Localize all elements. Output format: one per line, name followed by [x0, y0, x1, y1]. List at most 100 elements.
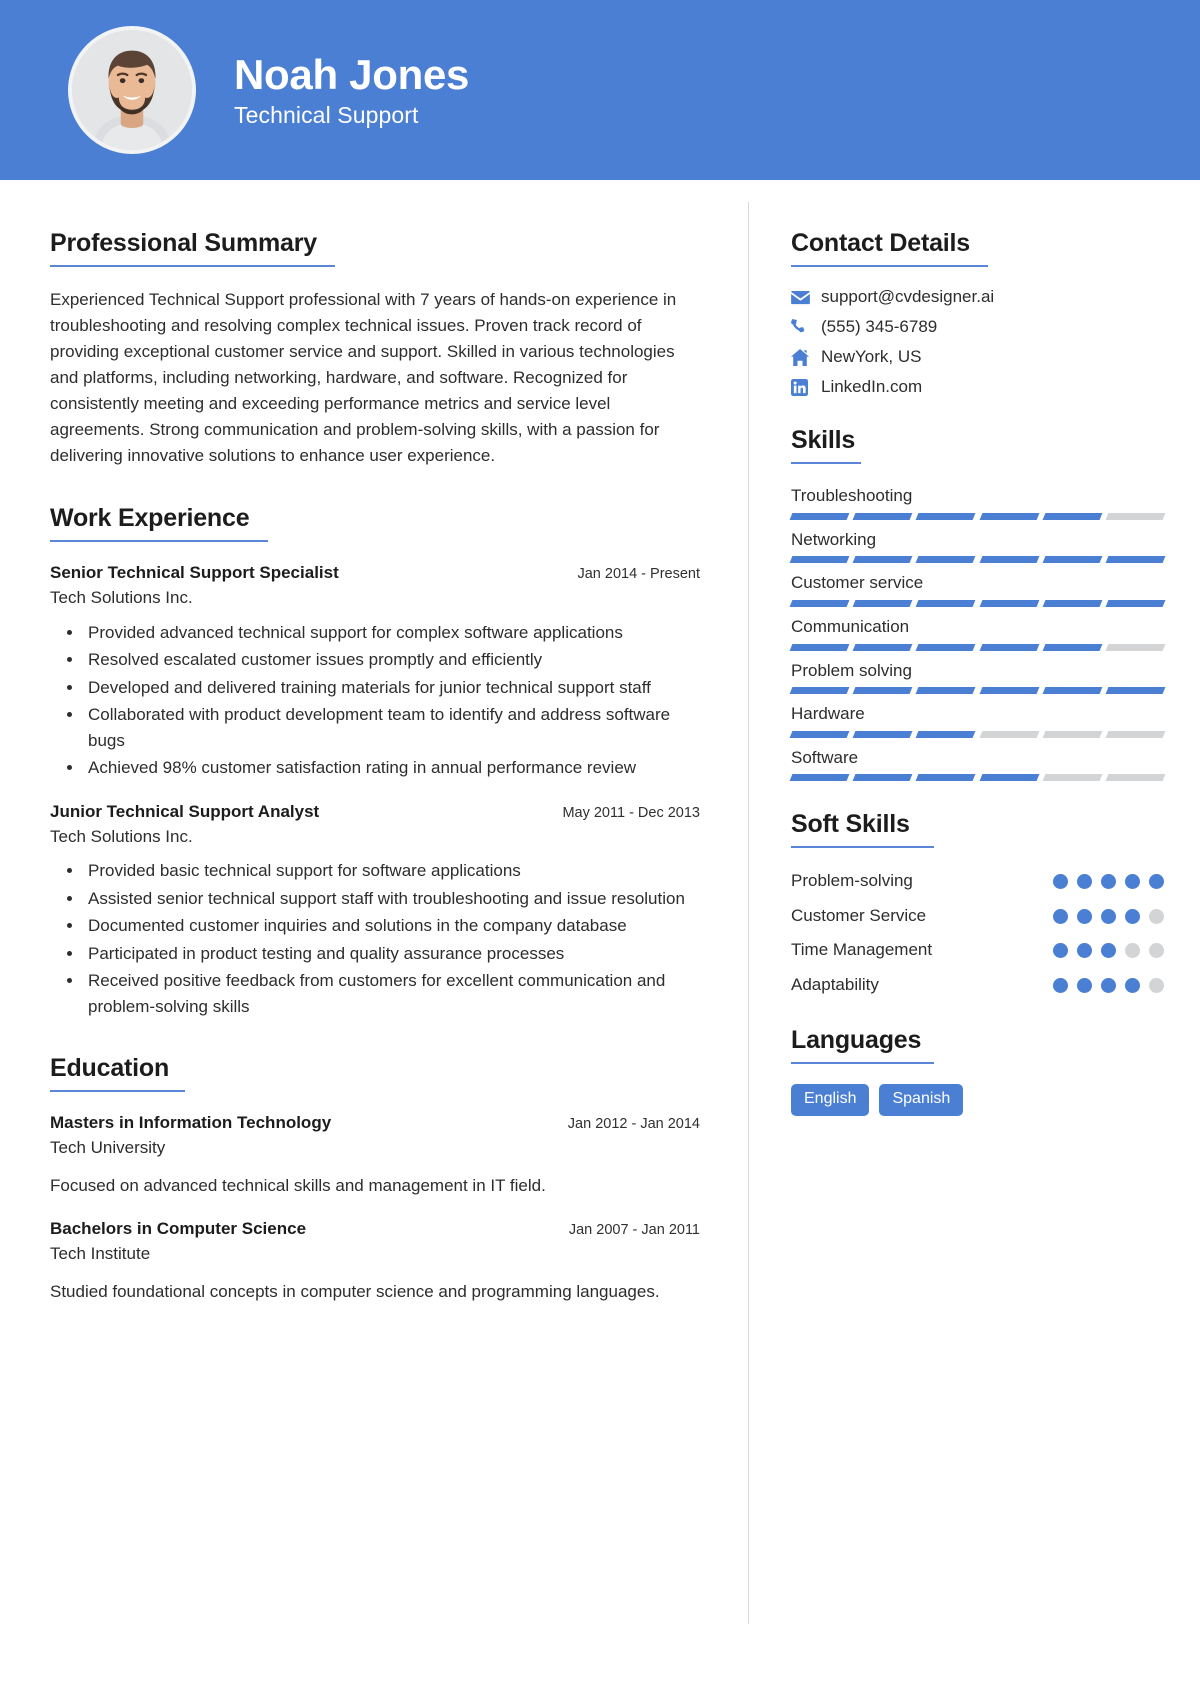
- rating-dot: [1149, 874, 1164, 890]
- rating-dot: [1125, 908, 1140, 924]
- section-rule: [791, 846, 934, 849]
- section-languages: Languages English Spanish: [791, 1025, 1164, 1116]
- skill-bar: [789, 512, 1166, 520]
- skill-segment: [915, 730, 976, 738]
- home-icon: [791, 348, 821, 366]
- skill-segment: [915, 556, 976, 564]
- skill-segment: [915, 643, 976, 651]
- rating-dot: [1101, 874, 1116, 890]
- soft-skill-label: Adaptability: [791, 974, 879, 994]
- section-professional-summary: Professional Summary Experienced Technic…: [50, 228, 700, 469]
- list-item: Achieved 98% customer satisfaction ratin…: [84, 755, 700, 781]
- education-date: Jan 2012 - Jan 2014: [567, 1116, 700, 1133]
- section-title-work: Work Experience: [50, 504, 250, 532]
- skill-item: Problem solving: [789, 659, 1166, 695]
- education-date: Jan 2007 - Jan 2011: [568, 1222, 700, 1239]
- list-item: Participated in product testing and qual…: [84, 941, 700, 967]
- skill-item: Networking: [789, 528, 1166, 564]
- rating-dot: [1101, 977, 1116, 993]
- skill-item: Software: [789, 746, 1166, 782]
- section-contact-details: Contact Details support@cvdesigner.ai (5…: [791, 228, 1164, 397]
- rating-dot: [1149, 908, 1164, 924]
- skill-segment: [1105, 556, 1166, 564]
- soft-skill-rating: [1053, 972, 1164, 993]
- section-title-languages: Languages: [791, 1026, 922, 1055]
- contact-item-location[interactable]: NewYork, US: [791, 347, 1164, 367]
- skill-item: Communication: [789, 615, 1166, 651]
- rating-dot: [1077, 908, 1092, 924]
- skill-label: Software: [791, 747, 859, 767]
- work-entry: Senior Technical Support Specialist Jan …: [50, 562, 700, 781]
- skill-label: Communication: [791, 616, 910, 636]
- section-work-experience: Work Experience Senior Technical Support…: [50, 503, 700, 1019]
- skill-segment: [852, 556, 913, 564]
- languages-list: English Spanish: [791, 1084, 1164, 1116]
- contact-value-email: support@cvdesigner.ai: [821, 287, 995, 306]
- rating-dot: [1053, 908, 1068, 924]
- section-rule: [50, 265, 335, 267]
- contact-item-email[interactable]: support@cvdesigner.ai: [791, 287, 1164, 307]
- skill-segment: [979, 730, 1040, 738]
- skill-segment: [915, 687, 976, 695]
- rating-dot: [1077, 943, 1092, 959]
- education-school: Tech University: [50, 1138, 166, 1158]
- job-title: Technical Support: [234, 102, 419, 129]
- rating-dot: [1149, 943, 1164, 959]
- rating-dot: [1101, 943, 1116, 959]
- skill-segment: [979, 556, 1040, 564]
- soft-skill-rating: [1053, 937, 1164, 959]
- phone-icon: [791, 318, 821, 336]
- rating-dot: [1149, 977, 1164, 993]
- contact-item-linkedin[interactable]: LinkedIn.com: [791, 377, 1164, 397]
- rating-dot: [1125, 874, 1140, 890]
- work-organization: Tech Solutions Inc.: [50, 587, 193, 607]
- soft-skill-label: Problem-solving: [791, 871, 913, 891]
- contact-list: support@cvdesigner.ai (555) 345-6789 New…: [791, 287, 1164, 397]
- soft-skill-item: Time Management: [791, 937, 1164, 963]
- envelope-icon: [791, 290, 821, 305]
- skill-segment: [789, 730, 850, 738]
- skill-bar: [789, 599, 1166, 607]
- list-item: Resolved escalated customer issues promp…: [84, 647, 700, 673]
- skill-segment: [1042, 774, 1103, 782]
- soft-skill-item: Customer Service: [791, 903, 1164, 929]
- skill-segment: [1105, 599, 1166, 607]
- sidebar-column: Contact Details support@cvdesigner.ai (5…: [749, 190, 1200, 1684]
- avatar: [68, 26, 196, 154]
- skill-segment: [1042, 599, 1103, 607]
- contact-item-phone[interactable]: (555) 345-6789: [791, 317, 1164, 337]
- rating-dot: [1053, 874, 1068, 890]
- skill-segment: [1105, 687, 1166, 695]
- skill-segment: [915, 599, 976, 607]
- education-entry-header: Masters in Information Technology Jan 20…: [50, 1112, 700, 1135]
- skill-segment: [789, 643, 850, 651]
- skill-segment: [979, 774, 1040, 782]
- section-rule: [791, 462, 861, 464]
- language-badge: English: [791, 1084, 870, 1116]
- list-item: Assisted senior technical support staff …: [84, 886, 700, 912]
- work-entry-header: Junior Technical Support Analyst May 201…: [50, 801, 700, 824]
- work-organization: Tech Solutions Inc.: [50, 826, 193, 846]
- soft-skill-rating: [1053, 868, 1164, 890]
- skill-item: Hardware: [789, 702, 1166, 738]
- list-item: Collaborated with product development te…: [84, 702, 700, 753]
- list-item: Developed and delivered training materia…: [84, 675, 700, 701]
- list-item: Provided basic technical support for sof…: [84, 858, 700, 884]
- work-role: Junior Technical Support Analyst: [50, 801, 320, 821]
- skill-segment: [852, 599, 913, 607]
- skill-segment: [979, 599, 1040, 607]
- work-bullets: Provided basic technical support for sof…: [50, 858, 700, 1019]
- section-rule: [791, 265, 988, 267]
- rating-dot: [1077, 874, 1092, 890]
- skill-segment: [1042, 512, 1103, 520]
- rating-dot: [1077, 977, 1092, 993]
- section-title-education: Education: [50, 1054, 170, 1083]
- header-text-block: Noah Jones Technical Support: [234, 51, 469, 129]
- skill-bar: [789, 730, 1166, 738]
- resume-body: Professional Summary Experienced Technic…: [0, 180, 1200, 1684]
- skill-label: Customer service: [791, 573, 924, 593]
- resume-page: Noah Jones Technical Support Professiona…: [0, 0, 1200, 1684]
- section-rule: [50, 1090, 185, 1093]
- resume-header: Noah Jones Technical Support: [0, 0, 1200, 180]
- skill-segment: [1042, 730, 1103, 738]
